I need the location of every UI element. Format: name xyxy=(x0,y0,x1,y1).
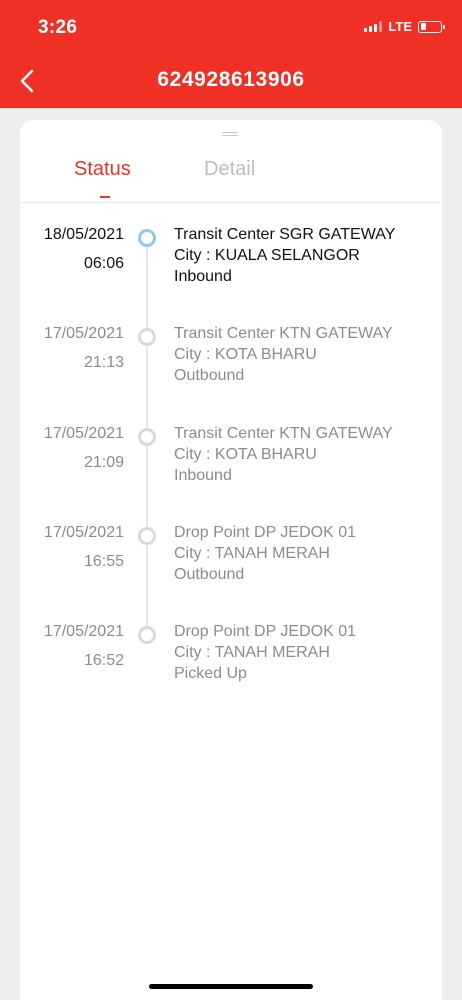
event-location: Transit Center KTN GATEWAY xyxy=(174,325,393,342)
event-city: City : KOTA BHARU xyxy=(174,446,317,463)
drag-handle[interactable] xyxy=(222,132,238,136)
divider xyxy=(20,202,442,203)
status-bar: 3:26 LTE xyxy=(0,0,462,56)
event-location: Transit Center SGR GATEWAY xyxy=(174,226,396,243)
event-description: Drop Point DP JEDOK 01 City : TANAH MERA… xyxy=(174,522,356,585)
event-date: 17/05/2021 xyxy=(43,425,124,442)
timeline-event: 17/05/2021 21:09 Transit Center KTN GATE… xyxy=(20,423,442,513)
network-label: LTE xyxy=(388,19,412,34)
nav-bar: 624928613906 xyxy=(0,56,462,108)
status-indicators: LTE xyxy=(364,19,445,34)
event-status: Inbound xyxy=(174,467,232,484)
event-date: 17/05/2021 xyxy=(43,623,124,640)
event-description: Transit Center KTN GATEWAY City : KOTA B… xyxy=(174,423,393,486)
event-description: Transit Center SGR GATEWAY City : KUALA … xyxy=(174,224,395,287)
timeline-dot-icon xyxy=(138,428,156,446)
event-city: City : KOTA BHARU xyxy=(174,346,317,363)
event-date: 17/05/2021 xyxy=(43,524,124,541)
signal-icon xyxy=(364,21,383,32)
page-title: 624928613906 xyxy=(157,68,305,91)
event-time: 21:09 xyxy=(83,454,124,471)
event-status: Inbound xyxy=(174,268,232,285)
timeline-dot-icon xyxy=(138,328,156,346)
event-status: Outbound xyxy=(174,566,245,583)
event-location: Drop Point DP JEDOK 01 xyxy=(174,524,357,541)
tracking-sheet: Status Detail 18/05/2021 06:06 Transit C… xyxy=(20,120,442,1000)
timeline-dot-icon xyxy=(138,229,156,247)
tab-bar: Status Detail xyxy=(20,156,442,202)
timeline-dot-icon xyxy=(138,626,156,644)
event-location: Drop Point DP JEDOK 01 xyxy=(174,623,357,640)
home-indicator[interactable] xyxy=(149,984,313,989)
event-location: Transit Center KTN GATEWAY xyxy=(174,425,393,442)
event-city: City : TANAH MERAH xyxy=(174,545,330,562)
event-city: City : KUALA SELANGOR xyxy=(174,247,360,264)
timeline-event: 17/05/2021 21:13 Transit Center KTN GATE… xyxy=(20,323,442,413)
event-time: 16:52 xyxy=(83,652,124,669)
tab-status[interactable]: Status xyxy=(74,158,131,181)
event-status: Outbound xyxy=(174,367,245,384)
timeline-event: 17/05/2021 16:52 Drop Point DP JEDOK 01 … xyxy=(20,621,442,711)
event-time: 16:55 xyxy=(83,553,124,570)
event-date: 17/05/2021 xyxy=(43,325,124,342)
event-time: 06:06 xyxy=(83,255,124,272)
timeline-event: 18/05/2021 06:06 Transit Center SGR GATE… xyxy=(20,224,442,314)
event-description: Transit Center KTN GATEWAY City : KOTA B… xyxy=(174,323,393,386)
tab-detail[interactable]: Detail xyxy=(204,158,255,181)
event-city: City : TANAH MERAH xyxy=(174,644,330,661)
event-time: 21:13 xyxy=(83,354,124,371)
event-description: Drop Point DP JEDOK 01 City : TANAH MERA… xyxy=(174,621,356,684)
battery-icon xyxy=(418,20,445,33)
active-tab-indicator xyxy=(100,196,110,198)
status-time: 3:26 xyxy=(38,17,78,38)
event-date: 18/05/2021 xyxy=(43,226,124,243)
event-status: Picked Up xyxy=(174,665,247,682)
timeline-event: 17/05/2021 16:55 Drop Point DP JEDOK 01 … xyxy=(20,522,442,612)
timeline-dot-icon xyxy=(138,527,156,545)
